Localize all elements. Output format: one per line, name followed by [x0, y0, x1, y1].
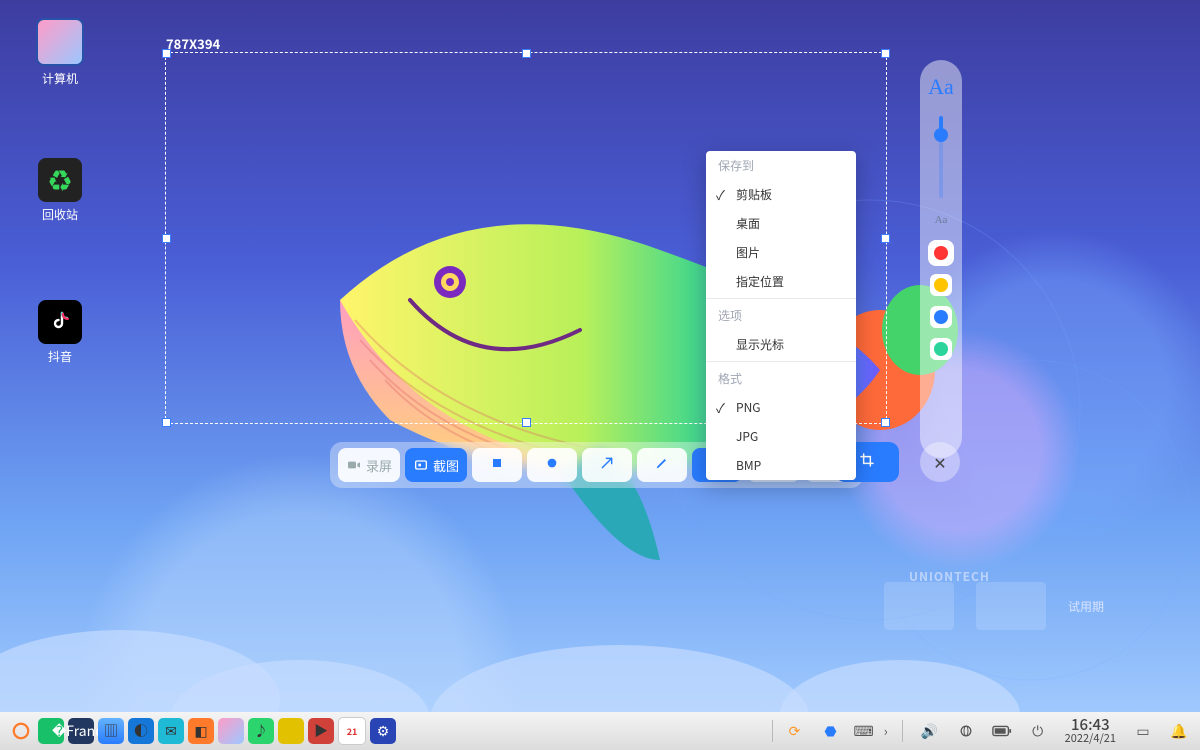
- desktop-icon-trash[interactable]: ♻ 回收站: [18, 158, 102, 223]
- desktop-icon-douyin[interactable]: 抖音: [18, 300, 102, 365]
- tray-power-icon[interactable]: ⏻: [1025, 718, 1051, 744]
- menu-section-format: 格式: [706, 364, 856, 393]
- screenshot-button-label: 截图: [433, 456, 459, 475]
- screenshot-button[interactable]: 截图: [405, 448, 467, 482]
- resize-handle-bl[interactable]: [162, 418, 171, 427]
- launcher-button[interactable]: [8, 718, 34, 744]
- rectangle-icon: [489, 455, 505, 475]
- taskbar-clock[interactable]: 16:43 2022/4/21: [1065, 717, 1116, 744]
- resize-handle-br[interactable]: [881, 418, 890, 427]
- color-swatch-blue[interactable]: [930, 306, 952, 328]
- tray-desktop-icon[interactable]: ▭: [1130, 718, 1156, 744]
- taskbar-app-store[interactable]: ◧: [188, 718, 214, 744]
- taskbar-app-3[interactable]: [218, 718, 244, 744]
- resize-handle-t[interactable]: [522, 49, 531, 58]
- color-swatch-yellow[interactable]: [930, 274, 952, 296]
- menu-item-clipboard[interactable]: 剪贴板: [706, 180, 856, 209]
- arrow-icon: [599, 455, 615, 475]
- menu-item-custom-path[interactable]: 指定位置: [706, 267, 856, 296]
- tool-rectangle-button[interactable]: [472, 448, 522, 482]
- resize-handle-tr[interactable]: [881, 49, 890, 58]
- text-tool-panel: Aa Aa: [920, 60, 962, 458]
- tray-shield-icon[interactable]: ⬣: [817, 718, 843, 744]
- record-button-label: 录屏: [366, 456, 392, 475]
- selection-size-label: 787X394: [166, 34, 220, 53]
- pen-icon: [654, 455, 670, 475]
- tray-update-icon[interactable]: ⟳: [781, 718, 807, 744]
- tray-battery-icon[interactable]: [989, 718, 1015, 744]
- color-swatch-red[interactable]: [930, 242, 952, 264]
- color-swatch-green[interactable]: [930, 338, 952, 360]
- options-menu: 保存到 剪贴板 桌面 图片 指定位置 选项 显示光标 格式 PNG JPG BM…: [706, 151, 856, 480]
- menu-section-options: 选项: [706, 301, 856, 330]
- trial-card: [884, 582, 954, 630]
- taskbar-app-4[interactable]: [278, 718, 304, 744]
- menu-section-save: 保存到: [706, 151, 856, 180]
- resize-handle-r[interactable]: [881, 234, 890, 243]
- tray-chevron-icon[interactable]: ›: [884, 721, 888, 740]
- clock-date: 2022/4/21: [1065, 733, 1116, 745]
- taskbar-app-browser[interactable]: ◐: [128, 718, 154, 744]
- desktop-icon-label: 抖音: [48, 348, 72, 365]
- tray-notifications-icon[interactable]: 🔔: [1166, 718, 1192, 744]
- taskbar-app-calendar[interactable]: 21: [338, 717, 366, 745]
- taskbar-app-mail[interactable]: ✉: [158, 718, 184, 744]
- record-button[interactable]: 录屏: [338, 448, 400, 482]
- font-size-small-label: Aa: [935, 214, 948, 226]
- system-tray: ⟳ ⬣ ⌨ › 🔊 ⏻ 16:43 2022/4/21 ▭ 🔔: [781, 717, 1192, 744]
- taskbar-app-files[interactable]: ▥: [98, 718, 124, 744]
- taskbar-app-settings[interactable]: ⚙: [370, 718, 396, 744]
- tool-arrow-button[interactable]: [582, 448, 632, 482]
- taskbar: �França ▥ ◐ ✉ ◧ ♪ ▶ 21 ⚙ ⟳ ⬣ ⌨ › 🔊 ⏻ 16:…: [0, 712, 1200, 750]
- taskbar-app-video[interactable]: ▶: [308, 718, 334, 744]
- menu-item-show-cursor[interactable]: 显示光标: [706, 330, 856, 359]
- font-size-slider[interactable]: [939, 116, 943, 198]
- menu-item-bmp[interactable]: BMP: [706, 451, 856, 480]
- tray-network-icon[interactable]: [953, 718, 979, 744]
- tool-pen-button[interactable]: [637, 448, 687, 482]
- ellipse-icon: [544, 455, 560, 475]
- desktop-icon-label: 回收站: [42, 206, 78, 223]
- font-size-large-label: Aa: [928, 74, 954, 100]
- resize-handle-l[interactable]: [162, 234, 171, 243]
- menu-item-png[interactable]: PNG: [706, 393, 856, 422]
- desktop-icon-computer[interactable]: 计算机: [18, 18, 102, 87]
- menu-item-desktop[interactable]: 桌面: [706, 209, 856, 238]
- taskbar-app-music[interactable]: ♪: [248, 718, 274, 744]
- trial-card: [976, 582, 1046, 630]
- desktop-icon-label: 计算机: [42, 70, 78, 87]
- menu-item-jpg[interactable]: JPG: [706, 422, 856, 451]
- tray-volume-icon[interactable]: 🔊: [917, 718, 943, 744]
- resize-handle-tl[interactable]: [162, 49, 171, 58]
- trial-label: 试用期: [1068, 598, 1104, 615]
- crop-save-icon: [859, 452, 875, 472]
- taskbar-app-wechat[interactable]: �França: [68, 718, 94, 744]
- slider-thumb[interactable]: [934, 128, 948, 142]
- trial-widget: 试用期: [884, 582, 1104, 630]
- tool-ellipse-button[interactable]: [527, 448, 577, 482]
- menu-item-pictures[interactable]: 图片: [706, 238, 856, 267]
- tray-keyboard-icon[interactable]: ⌨: [853, 718, 873, 744]
- resize-handle-b[interactable]: [522, 418, 531, 427]
